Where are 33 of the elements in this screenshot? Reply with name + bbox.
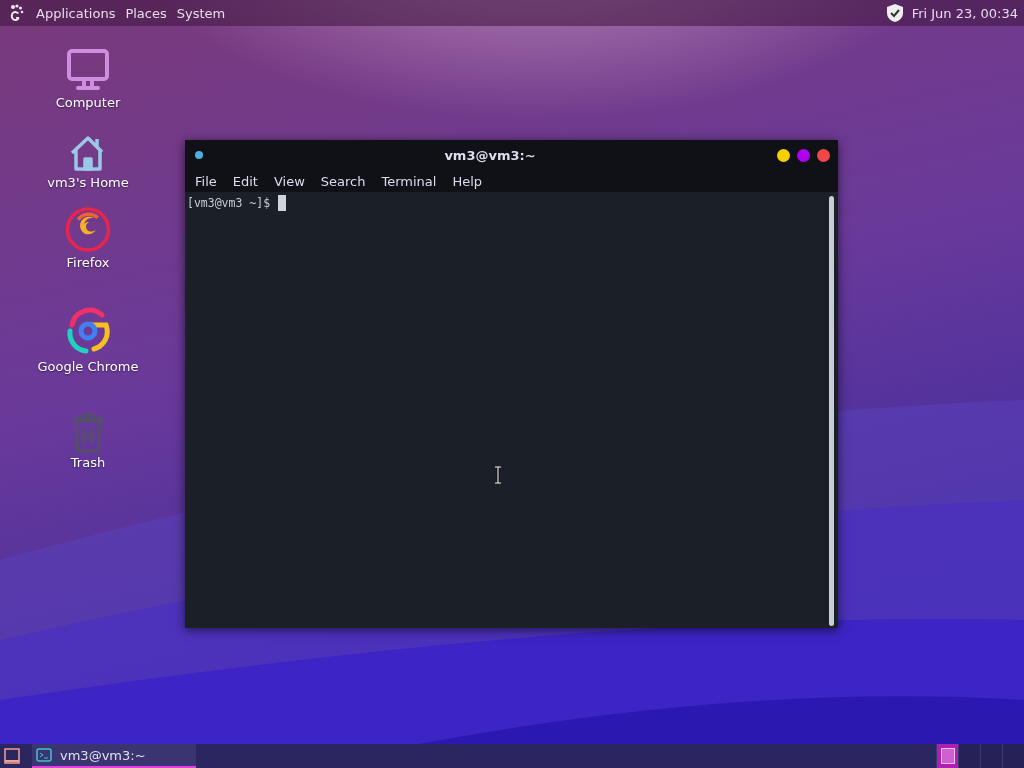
workspace-switcher-cell[interactable]: [1002, 744, 1024, 768]
window-title: vm3@vm3:~: [443, 147, 537, 163]
desktop-icon-label[interactable]: Computer: [55, 95, 121, 110]
show-desktop-icon[interactable]: [4, 748, 20, 764]
menu-item[interactable]: View: [265, 173, 313, 189]
monitor-icon: [65, 47, 111, 93]
desktop-icon-label[interactable]: Google Chrome: [37, 359, 139, 374]
shell-prompt: [vm3@vm3 ~]$: [187, 196, 271, 210]
menu-item[interactable]: Terminal: [373, 173, 445, 189]
shield-check-icon[interactable]: [885, 3, 904, 23]
menu-item[interactable]: Help: [444, 173, 491, 189]
menu-item[interactable]: Search: [312, 173, 374, 189]
workspace-switcher-cell[interactable]: [936, 744, 958, 768]
panel-menu[interactable]: Applications: [36, 5, 116, 21]
panel-menu[interactable]: Places: [125, 5, 167, 21]
workspace-switcher-cell[interactable]: [958, 744, 980, 768]
menu-item[interactable]: Edit: [224, 173, 266, 189]
ibeam-cursor-icon: [494, 466, 502, 484]
menu-item[interactable]: File: [187, 173, 225, 189]
window-control-button[interactable]: [777, 148, 790, 162]
scrollbar[interactable]: [829, 196, 834, 626]
taskbar-button[interactable]: vm3@vm3:~: [32, 744, 196, 768]
desktop-icon-label[interactable]: Firefox: [66, 255, 110, 270]
desktop-icon-label[interactable]: Trash: [70, 455, 106, 470]
clock[interactable]: Fri Jun 23, 00:34: [911, 5, 1018, 21]
window-dot-icon: [195, 151, 203, 159]
panel-menu[interactable]: System: [176, 5, 226, 21]
desktop-icon-label[interactable]: vm3's Home: [47, 175, 129, 190]
terminal-icon: [36, 748, 52, 762]
workspace-switcher-cell[interactable]: [980, 744, 1002, 768]
firefox-icon: [64, 206, 112, 253]
text-cursor: [278, 195, 287, 211]
window-control-button[interactable]: [817, 148, 830, 162]
